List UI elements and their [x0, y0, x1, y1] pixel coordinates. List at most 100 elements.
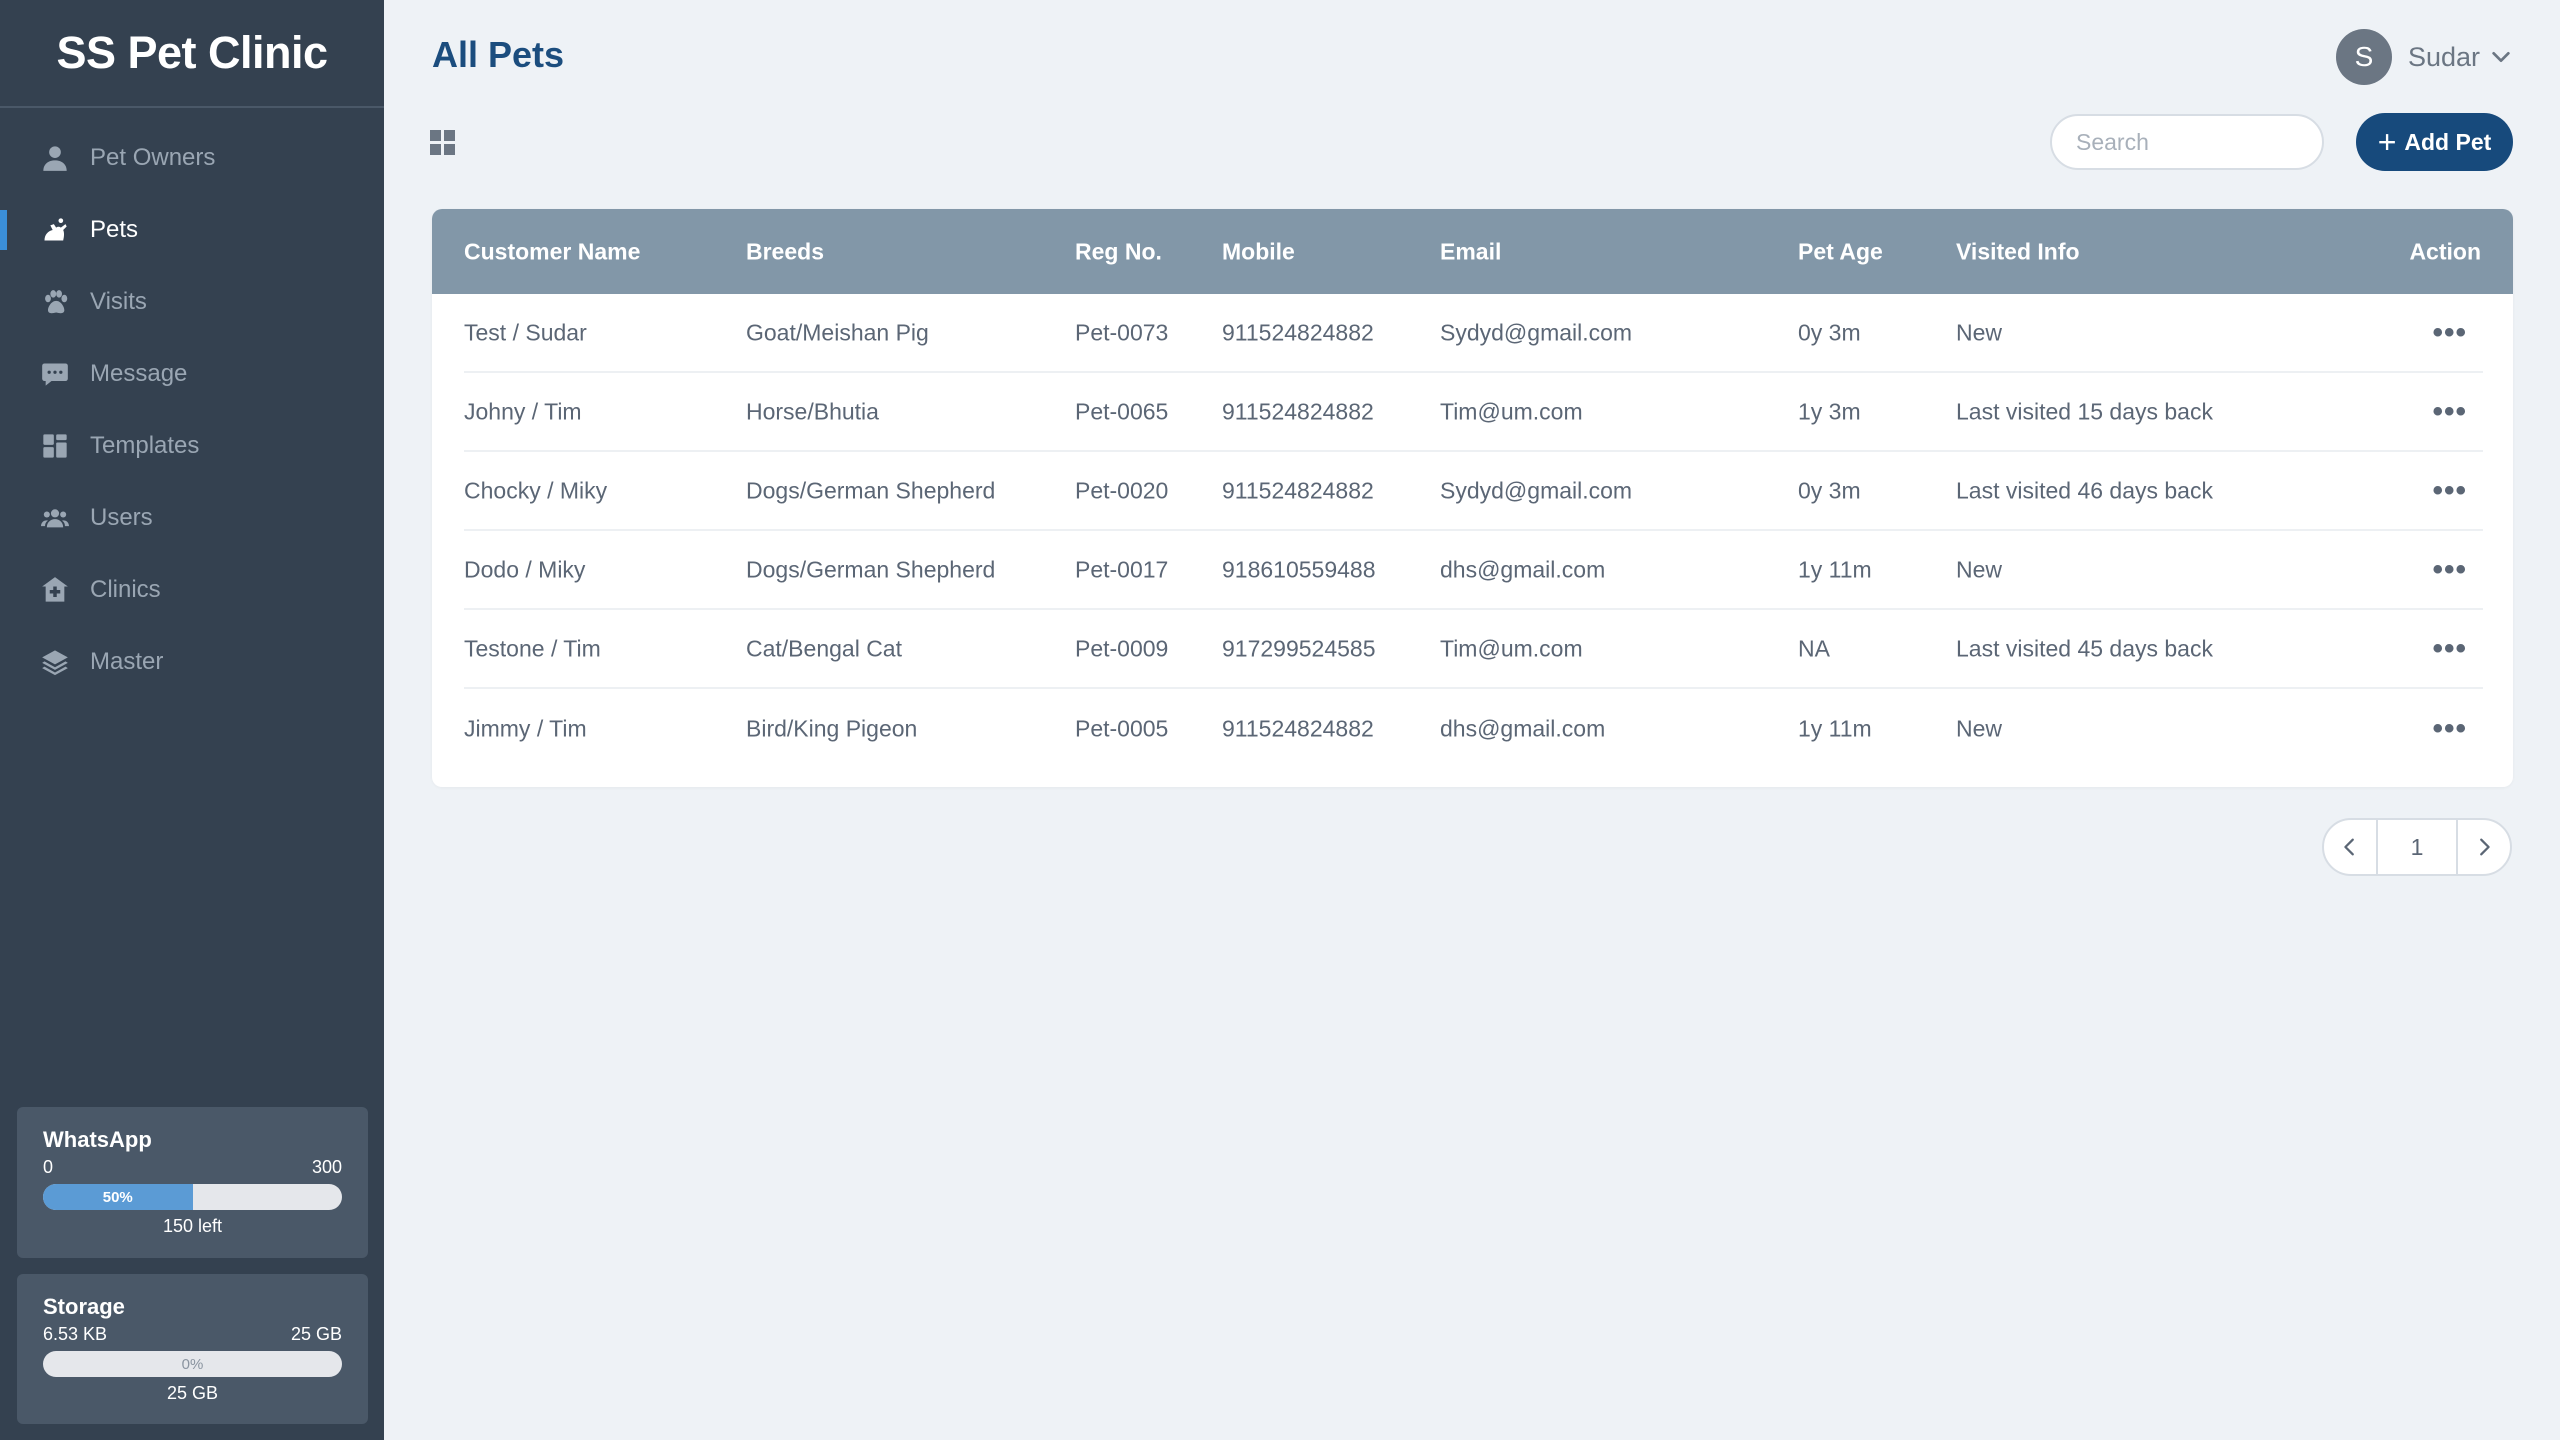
chevron-down-icon	[2492, 51, 2510, 63]
sidebar-item-label: Master	[90, 648, 164, 675]
header-breeds[interactable]: Breeds	[746, 238, 824, 265]
more-actions-icon[interactable]: •••	[2432, 712, 2467, 746]
cell-customer: Test / Sudar	[464, 319, 587, 345]
header-email[interactable]: Email	[1440, 238, 1501, 265]
sidebar-item-clinics[interactable]: Clinics	[0, 554, 384, 626]
cell-age: 1y 11m	[1798, 556, 1872, 582]
add-pet-button[interactable]: + Add Pet	[2356, 113, 2513, 171]
chevron-right-icon	[2480, 838, 2490, 856]
cell-visited: Last visited 45 days back	[1956, 635, 2213, 661]
add-pet-label: Add Pet	[2404, 128, 2492, 155]
table-header: Customer Name Breeds Reg No. Mobile Emai…	[432, 209, 2513, 294]
avatar: S	[2335, 29, 2392, 85]
cell-email: Sydyd@gmail.com	[1440, 477, 1633, 503]
plus-icon: +	[2377, 124, 2397, 160]
search-input[interactable]	[2052, 116, 2322, 168]
cell-email: Sydyd@gmail.com	[1440, 319, 1633, 345]
more-actions-icon[interactable]: •••	[2432, 316, 2467, 350]
cell-visited: New	[1956, 715, 2003, 741]
cell-breeds: Bird/King Pigeon	[746, 715, 918, 741]
user-menu[interactable]: S Sudar	[2335, 29, 2512, 85]
cell-email: Tim@um.com	[1440, 398, 1583, 424]
table-row[interactable]: Chocky / Miky Dogs/German Shepherd Pet-002…	[464, 452, 2483, 531]
cell-mobile: 918610559488	[1222, 556, 1376, 582]
cell-mobile: 917299524585	[1222, 635, 1376, 661]
more-actions-icon[interactable]: •••	[2432, 632, 2467, 666]
cell-visited: New	[1956, 556, 2003, 582]
cell-visited: Last visited 46 days back	[1956, 477, 2213, 503]
sidebar: SS Pet Clinic Pet Owners Pets Visits Mes…	[0, 0, 384, 1440]
cell-email: dhs@gmail.com	[1440, 715, 1606, 741]
header-action: Action	[2409, 238, 2481, 264]
cell-age: 1y 3m	[1798, 398, 1861, 424]
sidebar-item-master[interactable]: Master	[0, 626, 384, 698]
whatsapp-quota-range: 0 300	[43, 1157, 342, 1178]
prev-page-button[interactable]	[2324, 820, 2376, 874]
storage-quota-used: 6.53 KB	[43, 1324, 108, 1344]
table-row[interactable]: Jimmy / Tim Bird/King Pigeon Pet-0005 91152…	[464, 689, 2483, 768]
table-body: Test / Sudar Goat/Meishan Pig Pet-0073 9115…	[432, 294, 2513, 768]
storage-quota-title: Storage	[43, 1294, 125, 1319]
current-page[interactable]: 1	[2376, 820, 2458, 874]
sidebar-item-label: Templates	[90, 432, 200, 459]
whatsapp-quota-title: WhatsApp	[43, 1127, 152, 1152]
cell-age: 0y 3m	[1798, 319, 1861, 345]
cell-customer: Jimmy / Tim	[464, 715, 587, 741]
table-row[interactable]: Dodo / Miky Dogs/German Shepherd Pet-0017 9…	[464, 531, 2483, 610]
cell-mobile: 911524824882	[1222, 398, 1374, 424]
more-actions-icon[interactable]: •••	[2432, 553, 2467, 587]
users-icon	[40, 503, 70, 533]
cell-visited: New	[1956, 319, 2003, 345]
pets-table: Customer Name Breeds Reg No. Mobile Emai…	[432, 209, 2513, 787]
sidebar-item-pets[interactable]: Pets	[0, 194, 384, 266]
whatsapp-remaining: 150 left	[162, 1216, 223, 1236]
cell-customer: Dodo / Miky	[464, 556, 586, 582]
sidebar-item-label: Pet Owners	[90, 144, 216, 171]
storage-progress-bar: 0%	[43, 1351, 342, 1377]
clinic-icon	[40, 575, 70, 605]
storage-quota-max: 25 GB	[290, 1324, 342, 1344]
cell-reg: Pet-0009	[1075, 635, 1169, 661]
user-name: Sudar	[2407, 41, 2480, 72]
sidebar-item-label: Pets	[90, 216, 139, 243]
whatsapp-quota-max: 300	[311, 1157, 342, 1177]
sidebar-item-templates[interactable]: Templates	[0, 410, 384, 482]
cell-customer: Chocky / Miky	[464, 477, 608, 503]
sidebar-item-users[interactable]: Users	[0, 482, 384, 554]
grid-view-icon[interactable]	[430, 130, 456, 156]
cell-reg: Pet-0065	[1075, 398, 1169, 424]
table-row[interactable]: Testone / Tim Cat/Bengal Cat Pet-0009 91729…	[464, 610, 2483, 689]
more-actions-icon[interactable]: •••	[2432, 474, 2467, 508]
whatsapp-quota-min: 0	[43, 1157, 54, 1177]
sidebar-item-pet-owners[interactable]: Pet Owners	[0, 122, 384, 194]
sidebar-item-label: Clinics	[90, 576, 161, 603]
cell-reg: Pet-0073	[1075, 319, 1169, 345]
cell-reg: Pet-0017	[1075, 556, 1169, 582]
table-row[interactable]: Test / Sudar Goat/Meishan Pig Pet-0073 9115…	[464, 294, 2483, 373]
header-reg-no[interactable]: Reg No.	[1075, 238, 1162, 265]
table-row[interactable]: Johny / Tim Horse/Bhutia Pet-0065 911524824…	[464, 373, 2483, 452]
search-box	[2050, 114, 2324, 170]
sidebar-item-visits[interactable]: Visits	[0, 266, 384, 338]
chevron-left-icon	[2344, 838, 2354, 856]
storage-quota-card: Storage 6.53 KB 25 GB 0% 25 GB	[17, 1274, 368, 1424]
header-customer-name[interactable]: Customer Name	[464, 238, 640, 265]
header-mobile[interactable]: Mobile	[1222, 238, 1295, 265]
brand-title: SS Pet Clinic	[0, 0, 384, 108]
whatsapp-quota-card: WhatsApp 0 300 50% 150 left	[17, 1107, 368, 1258]
header-visited-info[interactable]: Visited Info	[1956, 238, 2080, 265]
next-page-button[interactable]	[2458, 820, 2510, 874]
sidebar-nav: Pet Owners Pets Visits Message Templates	[0, 108, 384, 698]
storage-progress-label: 0%	[181, 1355, 204, 1373]
cell-customer: Johny / Tim	[464, 398, 582, 424]
pet-icon	[40, 215, 70, 245]
cell-mobile: 911524824882	[1222, 319, 1374, 345]
layers-icon	[40, 647, 70, 677]
sidebar-item-message[interactable]: Message	[0, 338, 384, 410]
more-actions-icon[interactable]: •••	[2432, 395, 2467, 429]
header-pet-age[interactable]: Pet Age	[1798, 238, 1883, 265]
cell-age: 1y 11m	[1798, 715, 1872, 741]
cell-breeds: Cat/Bengal Cat	[746, 635, 902, 661]
template-icon	[40, 431, 70, 461]
whatsapp-progress-bar: 50%	[43, 1184, 342, 1210]
